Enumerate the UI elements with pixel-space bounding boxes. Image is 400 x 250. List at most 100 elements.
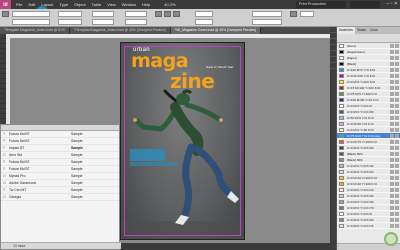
menu-object[interactable]: Object [74,2,86,7]
swatch-type-icon [390,73,394,78]
leading-field[interactable] [58,19,82,25]
swatch-mode-icon [395,163,399,168]
swatch-mode-icon [395,49,399,54]
window-controls[interactable]: – ▫ ✕ [386,1,398,7]
swatch-mode-icon [395,175,399,180]
align-left-icon[interactable] [155,11,162,17]
swatch-mode-icon [395,103,399,108]
swatch-mode-icon [395,145,399,150]
tab-swatches[interactable]: Swatches [337,27,355,34]
paragraph-style-field[interactable] [252,11,282,17]
font-row[interactable]: Ŧ Futura Md BT Sample [1,138,119,145]
swatch-name: C=0 M=0 Y=0 K=15 [347,223,374,228]
language-field[interactable] [252,19,282,25]
swatch-chip [339,181,344,186]
tab-template-overprint[interactable]: *\Template\Magazine_Anteo.indd @ 40% [Ov… [69,27,171,34]
app-logo: Id [0,0,11,9]
font-row[interactable]: O Adobe Garamond Sample [1,180,119,187]
font-list-dropdown[interactable]: Ŧ Futura Md BT Sample Ŧ Futura Md BT Sample … [0,124,121,250]
font-row[interactable]: Ŧ Futura Md BT Sample [1,159,119,166]
horizontal-scale-field[interactable] [125,19,147,25]
menu-type[interactable]: Type [59,2,68,7]
font-row[interactable]: Ŧ Futura Md BT Sample [1,131,119,138]
swatch-mode-icon [395,79,399,84]
font-style-field[interactable] [12,19,50,25]
swatch-type-icon [390,211,394,216]
swatch-type-icon [390,79,394,84]
swatch-chip [339,133,344,138]
swatch-type-icon [390,223,394,228]
vertical-scale-field[interactable] [125,11,147,17]
menu-edit[interactable]: Edit [28,2,35,7]
menu-table[interactable]: Table [92,2,102,7]
tab-stroke[interactable]: Stroke [355,27,368,34]
swatch-mode-icon [395,55,399,60]
align-center-icon[interactable] [164,11,171,17]
swatch-chip [339,127,344,132]
swatch-name: C=0 M=75 Y=100 K=0 [347,139,377,144]
swatch-mode-icon [395,43,399,48]
font-row[interactable]: Ŧ Impact BT Sample [1,145,119,152]
font-row[interactable]: O Arno Std Sample [1,152,119,159]
swatch-name: [Paper] [347,55,357,60]
swatch-mode-icon [395,61,399,66]
tab-template-magazine[interactable]: *Template Magazine_Anteo.indd @ 61% [0,27,70,34]
menu-file[interactable]: File [16,2,22,7]
swatch-chip [339,103,344,108]
swatch-mode-icon [395,85,399,90]
swatch-type-icon [390,187,394,192]
workspace-switcher[interactable]: Print Production [296,1,346,8]
columns-field[interactable] [300,11,314,17]
menu-view[interactable]: View [107,2,116,7]
swatch-type-icon [390,151,394,156]
swatch-type-icon [390,127,394,132]
font-row[interactable]: O Georgia Sample [1,194,119,201]
swatch-name: C=50 M=0 Y=0 K=0 [347,115,374,120]
font-family-field[interactable] [12,11,50,17]
swatch-mode-icon [395,217,399,222]
align-right-icon[interactable] [173,11,180,17]
swatch-chip [339,169,344,174]
swatch-chip [339,91,344,96]
indent-field[interactable] [195,11,213,17]
type-tool-icon[interactable] [2,11,9,17]
swatch-row[interactable]: C=0 M=0 Y=0 K=15 [337,223,400,229]
swatch-type-icon [390,169,394,174]
swatch-chip [339,163,344,168]
menu-window[interactable]: Window [122,2,136,7]
tab-color[interactable]: Color [368,27,380,34]
swatch-name: C=0 M=50 Y=0 K=0 [347,121,374,126]
swatch-chip [339,205,344,210]
swatch-name: C=0 M=0 Y=0 K=20 [347,169,374,174]
swatch-name: C=0 M=0 Y=0 K=50 [347,199,374,204]
menu-help[interactable]: Help [142,2,150,7]
font-row[interactable]: Ŧ Futura Md BT Sample [1,166,119,173]
swatch-type-icon [390,55,394,60]
swatch-mode-icon [395,199,399,204]
font-list: Ŧ Futura Md BT Sample Ŧ Futura Md BT Sample … [1,131,119,201]
font-size-field[interactable] [58,11,82,17]
swatch-chip [339,49,344,54]
font-row[interactable]: O Myriad Pro Sample [1,173,119,180]
swatch-mode-icon [395,67,399,72]
swatch-type-icon [390,97,394,102]
swatch-type-icon [390,175,394,180]
tab-magazine-cover[interactable]: *\ID_Magazine Cover.indd @ 40% [Overprin… [170,27,261,34]
swatch-mode-icon [395,205,399,210]
swatches-panel: Swatches Stroke Color [None] [Registratio… [336,27,400,250]
space-field[interactable] [195,19,213,25]
swatches-toolbar[interactable] [337,34,400,43]
swatch-name: C=0 M=0 Y=0 K=5 [347,211,372,216]
swatch-type-icon [390,193,394,198]
swatch-type-icon [390,145,394,150]
font-row[interactable]: Ŧ Tw Cen MT Sample [1,187,119,194]
swatch-chip [339,151,344,156]
swatch-name: C=0 M=0 Y=0 K=30 [347,193,374,198]
search-input[interactable] [350,1,380,8]
kerning-field[interactable] [92,11,114,17]
zoom-level[interactable]: 40.2% [164,2,175,7]
magazine-cover-page[interactable]: urban maga Issue # | Month Year zine [120,42,245,240]
tracking-field[interactable] [92,19,114,25]
swatch-name: C=0 M=0 Y=0 K=10 [347,187,374,192]
columns-icon[interactable] [290,11,297,17]
